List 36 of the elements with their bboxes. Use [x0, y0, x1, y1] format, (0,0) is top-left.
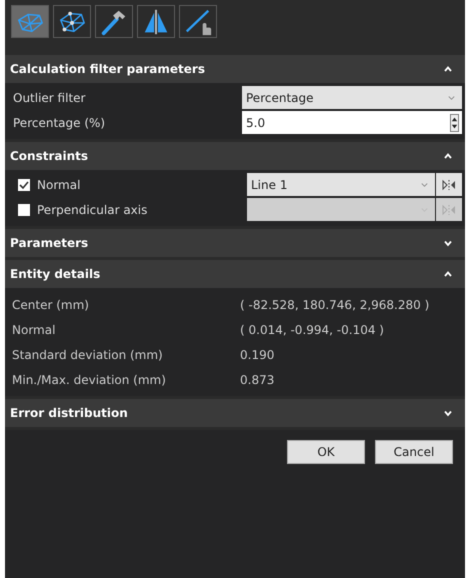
toolbar-button[interactable] [137, 5, 175, 38]
section-header[interactable]: Constraints [5, 139, 465, 170]
property-value: 0.190 [240, 348, 274, 362]
flip-icon [442, 204, 456, 216]
section-header[interactable]: Error distribution [5, 396, 465, 427]
field-label: Percentage (%) [13, 116, 106, 130]
dropdown[interactable]: Line 1 [247, 173, 435, 196]
property-value: ( -82.528, 180.746, 2,968.280 ) [240, 298, 430, 312]
expand-icon [443, 238, 453, 248]
ok-button[interactable]: OK [287, 440, 365, 464]
cancel-button[interactable]: Cancel [375, 440, 453, 464]
toolbar-button[interactable] [53, 5, 91, 38]
property-value: 0.873 [240, 372, 274, 386]
dropdown[interactable]: Percentage [242, 86, 462, 109]
expand-icon [443, 408, 453, 418]
spinner-arrows-icon[interactable] [450, 114, 459, 132]
property-label: Min./Max. deviation (mm) [12, 372, 167, 386]
checkbox-label: Perpendicular axis [37, 202, 148, 216]
section-header[interactable]: Calculation filter parameters [5, 52, 465, 83]
collapse-icon [443, 64, 453, 74]
checkbox-label: Normal [37, 178, 80, 192]
checkbox[interactable] [18, 178, 30, 190]
property-value: ( 0.014, -0.994, -0.104 ) [240, 322, 384, 336]
section-header[interactable]: Parameters [5, 226, 465, 257]
property-label: Normal [12, 322, 56, 336]
property-label: Standard deviation (mm) [12, 348, 164, 362]
section-header[interactable]: Entity details [5, 257, 465, 288]
flip-button[interactable] [436, 173, 462, 196]
field-label: Outlier filter [13, 90, 86, 104]
number-field[interactable]: 5.0 [242, 111, 462, 134]
flip-icon [442, 178, 456, 190]
toolbar-button[interactable] [95, 5, 133, 38]
collapse-icon [443, 151, 453, 161]
toolbar-button[interactable] [179, 5, 217, 38]
property-label: Center (mm) [12, 298, 90, 312]
collapse-icon [443, 269, 453, 279]
